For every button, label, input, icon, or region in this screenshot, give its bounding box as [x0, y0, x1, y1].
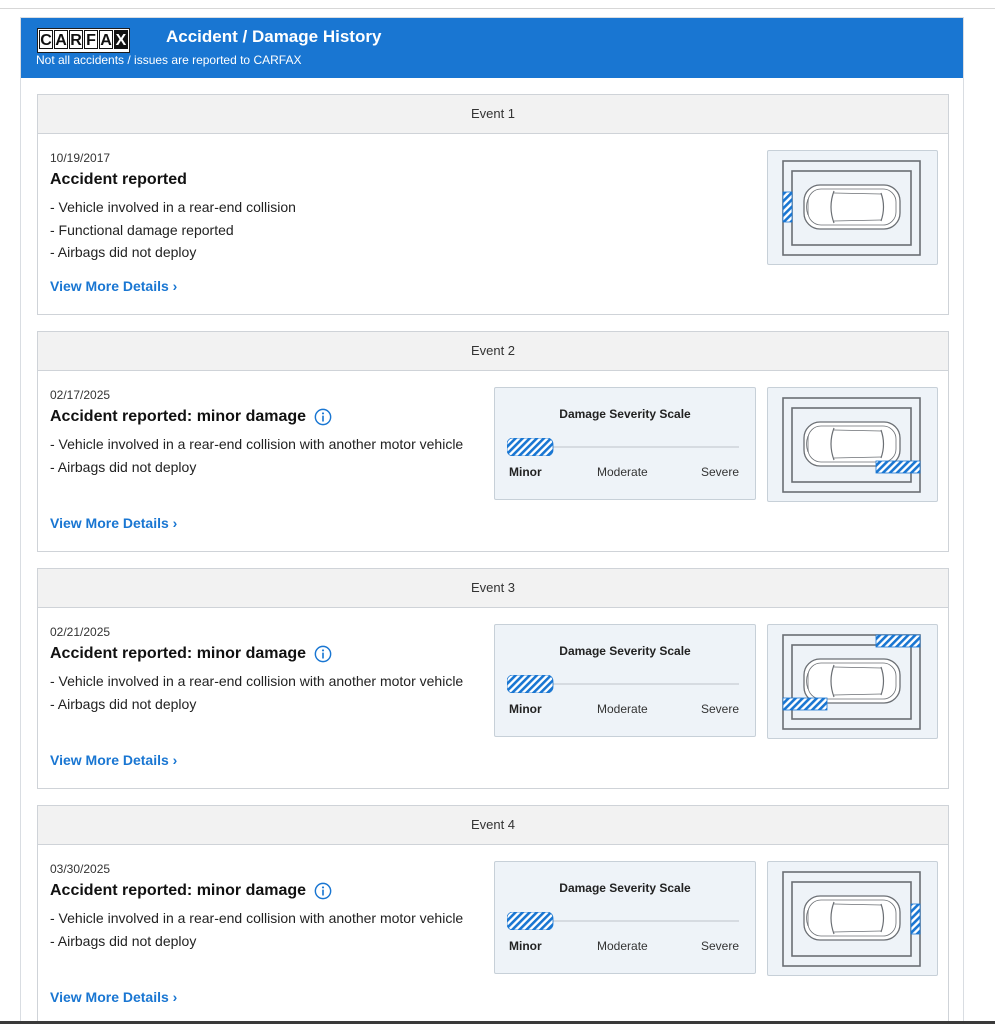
severity-scale-title: Damage Severity Scale [559, 881, 691, 895]
event-date: 10/19/2017 [50, 151, 111, 165]
event-detail-line: - Vehicle involved in a rear-end collisi… [50, 199, 296, 215]
car-top-view-icon [782, 397, 921, 493]
event-detail-line: - Airbags did not deploy [50, 458, 197, 475]
severity-label-moderate: Moderate [597, 939, 648, 953]
logo-letter: F [84, 30, 98, 49]
car-top-view-icon [782, 871, 921, 967]
car-body [803, 184, 901, 230]
severity-label-minor: Minor [509, 939, 542, 953]
logo-letter: A [99, 30, 113, 49]
event-title: Accident reported: minor damage [50, 408, 332, 426]
view-more-details-link[interactable]: View More Details › [50, 989, 177, 1005]
event-card-2: Event 2 02/17/2025 Accident reported: mi… [37, 331, 949, 552]
logo-letter: X [114, 30, 128, 49]
damage-severity-scale: Damage Severity Scale Minor Moderate Sev… [494, 387, 756, 500]
carfax-logo: C A R F A X [37, 28, 130, 53]
logo-letter: C [39, 30, 53, 49]
damage-zone [910, 903, 921, 935]
event-detail-line: - Vehicle involved in a rear-end collisi… [50, 910, 464, 926]
damage-location-diagram [767, 150, 938, 265]
event-card-3: Event 3 02/21/2025 Accident reported: mi… [37, 568, 949, 789]
severity-level-indicator [507, 912, 554, 930]
severity-label-minor: Minor [509, 465, 542, 479]
car-body [803, 421, 901, 467]
info-icon[interactable] [314, 408, 332, 426]
car-top-view-icon [782, 634, 921, 730]
car-top-view-icon [782, 160, 921, 256]
damage-location-diagram [767, 387, 938, 502]
damage-zone [875, 634, 921, 648]
event-title: Accident reported [50, 171, 187, 189]
view-more-details-link[interactable]: View More Details › [50, 278, 177, 294]
logo-letter: R [69, 30, 83, 49]
panel-header: C A R F A X Accident / Damage History No… [21, 18, 963, 78]
event-detail-line: - Airbags did not deploy [50, 695, 197, 712]
event-detail-line: - Airbags did not deploy [50, 932, 197, 949]
severity-label-moderate: Moderate [597, 702, 648, 716]
accident-damage-history-panel: C A R F A X Accident / Damage History No… [20, 17, 964, 1021]
car-body [803, 658, 901, 704]
damage-zone [875, 460, 921, 474]
event-heading: Event 1 [38, 95, 948, 134]
event-title-text: Accident reported: minor damage [50, 645, 307, 662]
severity-label-severe: Severe [701, 465, 740, 479]
car-body [803, 895, 901, 941]
event-title-text: Accident reported: minor damage [50, 408, 307, 425]
damage-severity-scale: Damage Severity Scale Minor Moderate Sev… [494, 624, 756, 737]
event-details: - Vehicle involved in a rear-end collisi… [50, 670, 470, 715]
panel-subtitle: Not all accidents / issues are reported … [36, 53, 302, 67]
event-date: 03/30/2025 [50, 862, 111, 876]
panel-title: Accident / Damage History [166, 27, 382, 46]
damage-zone [782, 191, 793, 223]
event-date: 02/17/2025 [50, 388, 111, 402]
severity-bar [507, 912, 739, 930]
severity-level-indicator [507, 438, 554, 456]
event-title-text: Accident reported [50, 171, 187, 188]
event-title-text: Accident reported: minor damage [50, 882, 307, 899]
event-detail-line: - Functional damage reported [50, 221, 234, 238]
severity-label-severe: Severe [701, 939, 740, 953]
event-title: Accident reported: minor damage [50, 882, 332, 900]
view-more-details-link[interactable]: View More Details › [50, 752, 177, 768]
damage-severity-scale: Damage Severity Scale Minor Moderate Sev… [494, 861, 756, 974]
severity-scale-title: Damage Severity Scale [559, 407, 691, 421]
logo-letter: A [54, 30, 68, 49]
severity-label-minor: Minor [509, 702, 542, 716]
severity-scale-title: Damage Severity Scale [559, 644, 691, 658]
event-card-1: Event 1 10/19/2017 Accident reported - V… [37, 94, 949, 315]
event-title: Accident reported: minor damage [50, 645, 332, 663]
event-details: - Vehicle involved in a rear-end collisi… [50, 196, 470, 264]
severity-level-indicator [507, 675, 554, 693]
severity-label-severe: Severe [701, 702, 740, 716]
view-more-details-link[interactable]: View More Details › [50, 515, 177, 531]
damage-zone [782, 697, 828, 711]
event-card-4: Event 4 03/30/2025 Accident reported: mi… [37, 805, 949, 1021]
event-heading: Event 2 [38, 332, 948, 371]
top-divider [0, 8, 995, 9]
damage-location-diagram [767, 861, 938, 976]
event-heading: Event 4 [38, 806, 948, 845]
severity-label-moderate: Moderate [597, 465, 648, 479]
info-icon[interactable] [314, 645, 332, 663]
event-date: 02/21/2025 [50, 625, 111, 639]
severity-bar [507, 675, 739, 693]
event-detail-line: - Vehicle involved in a rear-end collisi… [50, 673, 464, 689]
damage-location-diagram [767, 624, 938, 739]
event-detail-line: - Airbags did not deploy [50, 244, 197, 260]
event-details: - Vehicle involved in a rear-end collisi… [50, 433, 470, 478]
event-heading: Event 3 [38, 569, 948, 608]
event-details: - Vehicle involved in a rear-end collisi… [50, 907, 470, 952]
event-detail-line: - Vehicle involved in a rear-end collisi… [50, 436, 464, 452]
severity-bar [507, 438, 739, 456]
info-icon[interactable] [314, 882, 332, 900]
